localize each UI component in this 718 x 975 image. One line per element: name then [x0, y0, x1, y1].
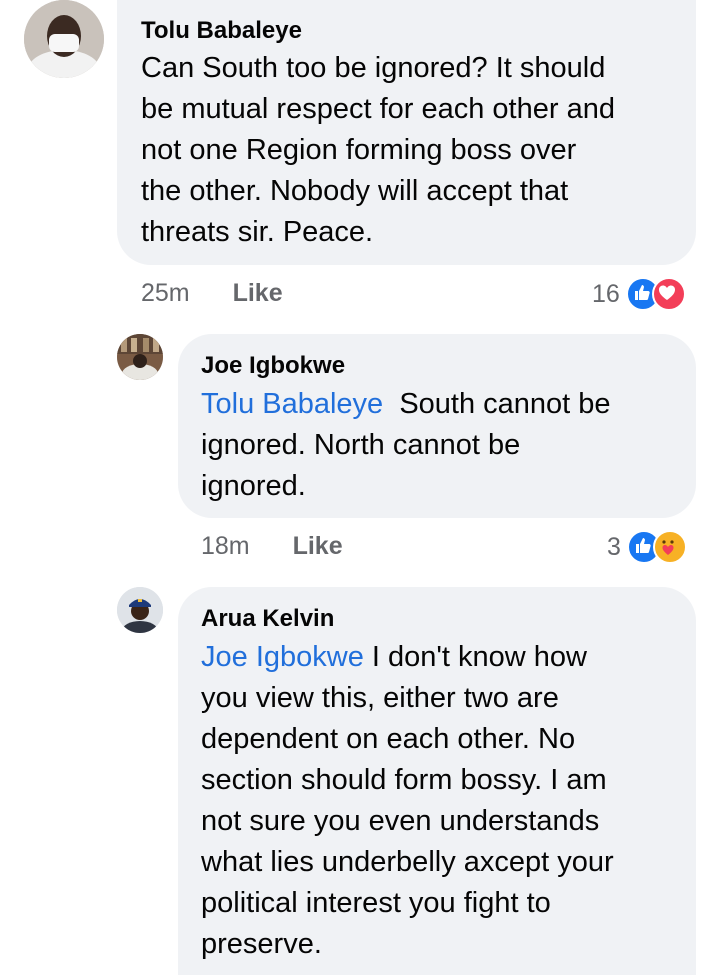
reply-line: dependent on each other. No: [201, 723, 576, 755]
comment-author[interactable]: Tolu Babaleye: [141, 17, 302, 45]
reply-line: ignored.: [201, 470, 306, 502]
reply-first-line-text: South cannot be: [399, 388, 611, 420]
avatar-joe-igbokwe[interactable]: [117, 334, 163, 380]
comment-line: Can South too be ignored? It should: [141, 52, 606, 84]
love-icon: [651, 277, 686, 311]
reaction-summary[interactable]: 3: [607, 530, 687, 564]
comment-line: be mutual respect for each other and: [141, 93, 615, 125]
like-button[interactable]: Like: [233, 279, 283, 307]
avatar-arua-kelvin[interactable]: [117, 587, 163, 633]
comment-meta: 25m Like: [141, 279, 283, 308]
care-icon: [652, 530, 687, 564]
avatar-photo: [117, 587, 163, 633]
reply-timestamp[interactable]: 18m: [201, 532, 250, 560]
avatar-tolu-babaleye[interactable]: [24, 0, 104, 78]
reply-line: ignored. North cannot be: [201, 429, 521, 461]
avatar-photo: [117, 334, 163, 380]
reaction-summary[interactable]: 16: [592, 277, 686, 311]
reply-first-line-text: I don't know how: [371, 641, 587, 673]
mention-link[interactable]: Joe Igbokwe: [201, 641, 364, 673]
reply-line: political interest you fight to: [201, 887, 551, 919]
reaction-icons: [625, 277, 686, 311]
reaction-count: 16: [592, 279, 620, 308]
reply-author[interactable]: Joe Igbokwe: [201, 352, 345, 380]
comment-text: Can South too be ignored? It should be m…: [141, 48, 686, 253]
reaction-count: 3: [607, 532, 621, 561]
reply-line: section should form bossy. I am: [201, 764, 607, 796]
reply-line: you view this, either two are: [201, 682, 559, 714]
reaction-icons: [626, 530, 687, 564]
reply-line: Joe Igbokwe I don't know how: [201, 637, 686, 678]
avatar-photo: [24, 0, 104, 78]
comment-line: the other. Nobody will accept that: [141, 175, 569, 207]
reply-author[interactable]: Arua Kelvin: [201, 605, 334, 633]
reply-line: Tolu Babaleye South cannot be: [201, 384, 686, 425]
reply-text: Joe Igbokwe I don't know how you view th…: [201, 637, 686, 965]
reply-line: preserve.: [201, 928, 322, 960]
reply-line: not sure you even understands: [201, 805, 600, 837]
like-button[interactable]: Like: [293, 532, 343, 560]
comment-line: threats sir. Peace.: [141, 216, 374, 248]
reply-text: Tolu Babaleye South cannot be ignored. N…: [201, 384, 686, 507]
reply-meta: 18m Like: [201, 532, 343, 561]
comment-timestamp[interactable]: 25m: [141, 279, 190, 307]
reply-line: what lies underbelly axcept your: [201, 846, 614, 878]
mention-link[interactable]: Tolu Babaleye: [201, 388, 383, 420]
comment-line: not one Region forming boss over: [141, 134, 577, 166]
